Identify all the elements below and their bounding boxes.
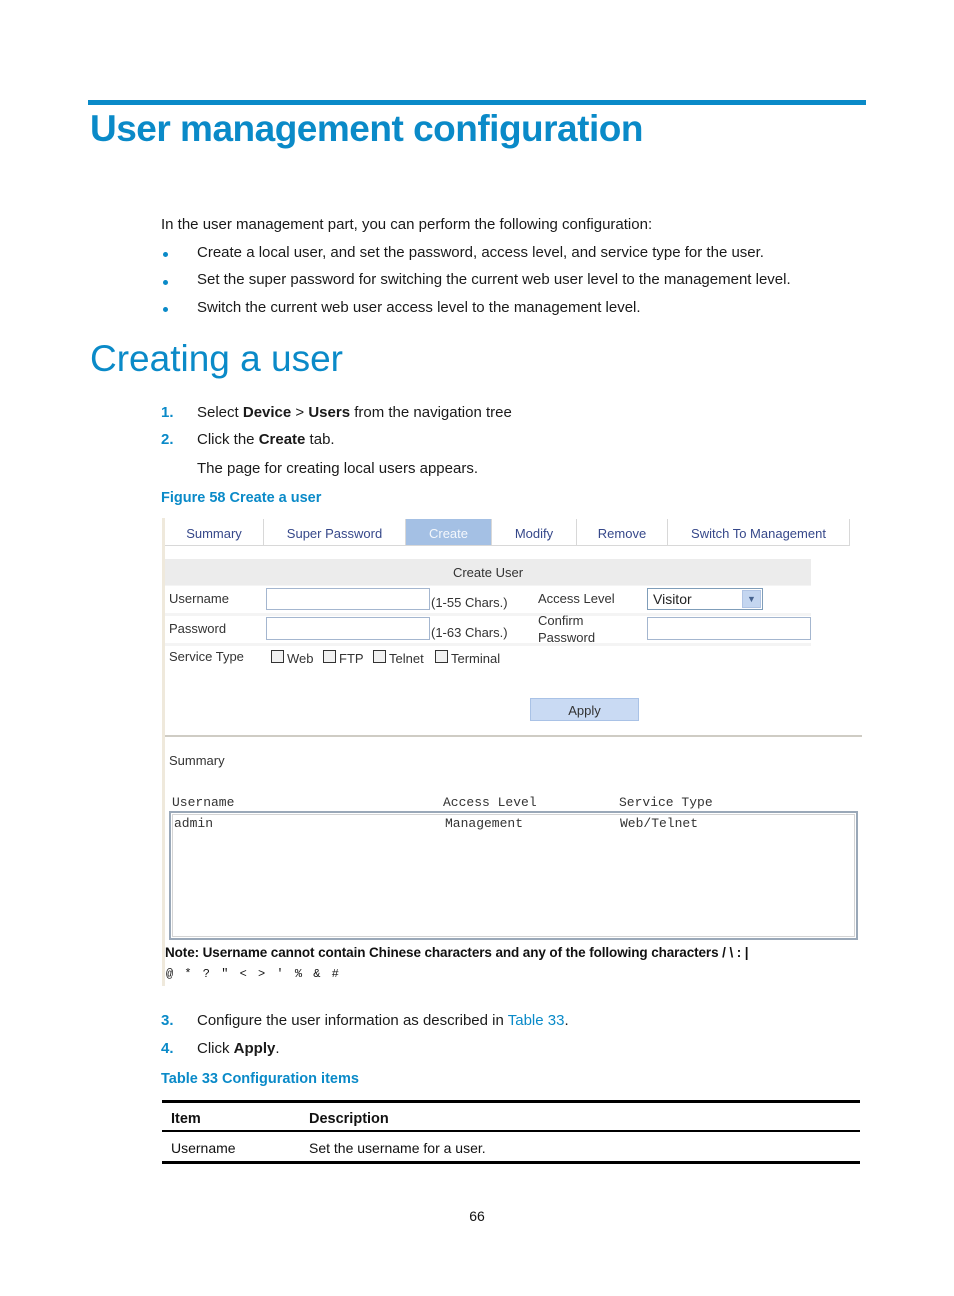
summary-title: Summary	[169, 753, 225, 768]
access-level-select[interactable]: Visitor ▼	[647, 588, 763, 610]
step-result-text: The page for creating local users appear…	[197, 460, 478, 477]
tab-remove[interactable]: Remove	[577, 519, 668, 546]
tab-modify[interactable]: Modify	[492, 519, 577, 546]
table-bottom-rule	[162, 1161, 860, 1164]
intro-text: In the user management part, you can per…	[161, 216, 653, 233]
ui-term: Create	[258, 431, 306, 448]
page-title: User management configuration	[90, 108, 643, 149]
telnet-checkbox-label: Telnet	[389, 651, 424, 666]
telnet-checkbox[interactable]	[373, 650, 386, 663]
row-divider	[165, 613, 811, 616]
step-text-part: Select	[197, 404, 243, 421]
step-text: Click the Create tab.	[197, 431, 335, 448]
step-text-part: Configure the user information as descri…	[197, 1012, 508, 1029]
terminal-checkbox-label: Terminal	[451, 651, 501, 666]
table-header-description: Description	[309, 1111, 389, 1127]
bullet-icon	[163, 252, 168, 257]
step-text-part: Click the	[197, 431, 259, 448]
row-divider	[165, 643, 811, 646]
tab-switch-to-management[interactable]: Switch To Management	[668, 519, 850, 546]
summary-row-service-type[interactable]: Web/Telnet	[620, 816, 698, 831]
confirm-password-label-line1: Confirm	[538, 613, 584, 628]
step-text-part: >	[291, 404, 309, 421]
table-cell-item: Username	[171, 1140, 236, 1156]
tab-label: Switch To Management	[691, 526, 826, 541]
tab-create[interactable]: Create	[406, 519, 492, 546]
chevron-down-icon[interactable]: ▼	[742, 590, 761, 608]
tab-label: Super Password	[286, 526, 383, 541]
username-input[interactable]	[266, 588, 430, 610]
tab-label: Create	[428, 526, 469, 541]
ui-term: Device	[242, 404, 292, 421]
password-hint: (1-63 Chars.)	[431, 625, 508, 640]
step-number: 3.	[161, 1012, 174, 1029]
step-text-part: Click	[197, 1040, 234, 1057]
step-number: 2.	[161, 431, 174, 448]
access-level-value: Visitor	[653, 591, 692, 607]
terminal-checkbox[interactable]	[435, 650, 448, 663]
username-label: Username	[169, 591, 229, 606]
bullet-item: Switch the current web user access level…	[197, 299, 641, 316]
ftp-checkbox[interactable]	[323, 650, 336, 663]
table-caption: Table 33 Configuration items	[161, 1071, 359, 1087]
ui-term: Users	[308, 404, 351, 421]
summary-row-username[interactable]: admin	[174, 816, 213, 831]
summary-row-access-level[interactable]: Management	[445, 816, 523, 831]
note-forbidden-chars: @ * ? " < > ' % & #	[166, 967, 340, 981]
step-text-part: .	[564, 1012, 569, 1029]
username-hint: (1-55 Chars.)	[431, 595, 508, 610]
table-header-rule	[162, 1130, 860, 1132]
note-text: Note: Username cannot contain Chinese ch…	[165, 945, 749, 960]
bullet-icon	[163, 307, 168, 312]
column-header-access-level: Access Level	[443, 795, 537, 810]
step-text: Click Apply.	[197, 1040, 280, 1057]
tab-super-password[interactable]: Super Password	[264, 519, 406, 546]
tab-bar: Summary Super Password Create Modify Rem…	[165, 519, 862, 547]
step-text: Select Device > Users from the navigatio…	[197, 404, 512, 421]
password-input[interactable]	[266, 617, 430, 640]
tab-label: Remove	[597, 526, 647, 541]
table-cell-description: Set the username for a user.	[309, 1140, 486, 1156]
ftp-checkbox-label: FTP	[339, 651, 364, 666]
step-number: 4.	[161, 1040, 174, 1057]
step-number: 1.	[161, 404, 174, 421]
ui-term: Apply	[233, 1040, 276, 1057]
section-separator	[165, 735, 862, 737]
tab-label: Summary	[186, 526, 242, 541]
apply-button[interactable]: Apply	[530, 698, 639, 721]
column-header-service-type: Service Type	[619, 795, 713, 810]
bullet-item: Create a local user, and set the passwor…	[197, 244, 764, 261]
page-number: 66	[469, 1208, 485, 1224]
access-level-label: Access Level	[538, 591, 615, 606]
figure-caption: Figure 58 Create a user	[161, 490, 322, 506]
step-text-part: from the navigation tree	[350, 404, 512, 421]
table-top-rule	[162, 1100, 860, 1103]
section-title: Creating a user	[90, 338, 343, 379]
column-header-username: Username	[172, 795, 235, 810]
heading-rule	[88, 100, 866, 105]
bullet-icon	[163, 280, 168, 285]
step-text: Configure the user information as descri…	[197, 1012, 569, 1029]
tab-label: Modify	[514, 526, 554, 541]
table-header-item: Item	[171, 1111, 201, 1127]
table-33-link[interactable]: Table 33	[508, 1012, 565, 1029]
figure-left-border	[162, 518, 165, 986]
listbox-inner-border	[172, 814, 855, 937]
row-divider	[165, 585, 811, 586]
tab-summary[interactable]: Summary	[165, 519, 264, 546]
step-text-part: tab.	[305, 431, 335, 448]
web-checkbox[interactable]	[271, 650, 284, 663]
confirm-password-input[interactable]	[647, 617, 811, 640]
web-checkbox-label: Web	[287, 651, 314, 666]
panel-title: Create User	[165, 559, 811, 585]
confirm-password-label-line2: Password	[538, 630, 596, 645]
password-label: Password	[169, 621, 227, 636]
service-type-label: Service Type	[169, 649, 244, 664]
bullet-item: Set the super password for switching the…	[197, 271, 791, 288]
step-text-part: .	[275, 1040, 280, 1057]
